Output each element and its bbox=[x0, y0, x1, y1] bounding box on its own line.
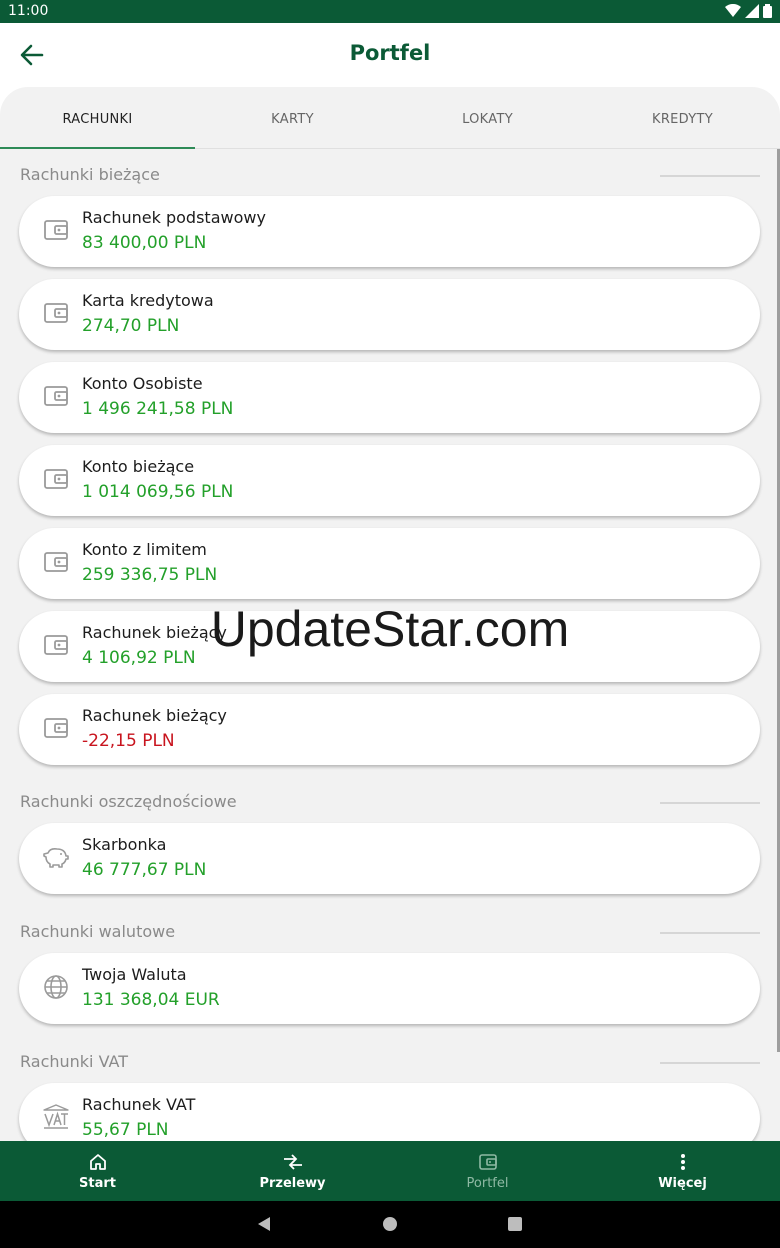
account-card[interactable]: Rachunek bieżący 4 106,92 PLN bbox=[19, 611, 760, 682]
home-icon bbox=[89, 1153, 106, 1170]
status-bar: 11:00 bbox=[0, 0, 780, 23]
status-icons bbox=[725, 4, 772, 18]
tabs-container: RACHUNKI KARTY LOKATY KREDYTY bbox=[0, 87, 780, 149]
more-vertical-icon bbox=[680, 1153, 685, 1170]
account-card[interactable]: Twoja Waluta 131 368,04 EUR bbox=[19, 953, 760, 1024]
account-card[interactable]: Konto Osobiste 1 496 241,58 PLN bbox=[19, 362, 760, 433]
tab-karty[interactable]: KARTY bbox=[195, 87, 390, 148]
section-title: Rachunki VAT bbox=[20, 1052, 128, 1071]
account-card[interactable]: Konto z limitem 259 336,75 PLN bbox=[19, 528, 760, 599]
nav-portfel[interactable]: Portfel bbox=[390, 1141, 585, 1201]
section-divider bbox=[660, 932, 760, 934]
section-title: Rachunki oszczędnościowe bbox=[20, 792, 237, 811]
nav-start[interactable]: Start bbox=[0, 1141, 195, 1201]
app-bar: Portfel bbox=[0, 23, 780, 87]
section-header: Rachunki walutowe bbox=[20, 922, 760, 946]
wallet-icon bbox=[44, 386, 68, 406]
account-balance: 259 336,75 PLN bbox=[82, 565, 218, 585]
account-balance: 274,70 PLN bbox=[82, 316, 180, 336]
cellular-icon bbox=[745, 4, 759, 18]
account-balance: -22,15 PLN bbox=[82, 731, 175, 751]
nav-label: Przelewy bbox=[259, 1175, 326, 1191]
account-balance: 1 496 241,58 PLN bbox=[82, 399, 234, 419]
account-card[interactable]: Rachunek podstawowy 83 400,00 PLN bbox=[19, 196, 760, 267]
account-balance: 1 014 069,56 PLN bbox=[82, 482, 234, 502]
section-header: Rachunki oszczędnościowe bbox=[20, 792, 760, 816]
wallet-icon bbox=[44, 552, 68, 572]
vat-icon bbox=[43, 1104, 69, 1129]
account-name: Konto bieżące bbox=[82, 457, 195, 476]
section-title: Rachunki bieżące bbox=[20, 165, 160, 184]
piggy-bank-icon bbox=[43, 848, 69, 868]
wifi-icon bbox=[725, 4, 741, 17]
wallet-icon bbox=[478, 1153, 497, 1170]
section-title: Rachunki walutowe bbox=[20, 922, 176, 941]
account-balance: 131 368,04 EUR bbox=[82, 990, 220, 1010]
account-balance: 4 106,92 PLN bbox=[82, 648, 196, 668]
battery-icon bbox=[763, 4, 772, 18]
globe-icon bbox=[44, 975, 68, 999]
account-card[interactable]: Rachunek bieżący -22,15 PLN bbox=[19, 694, 760, 765]
account-balance: 83 400,00 PLN bbox=[82, 233, 207, 253]
wallet-icon bbox=[44, 220, 68, 240]
page-title: Portfel bbox=[349, 41, 431, 65]
section-divider bbox=[660, 1062, 760, 1064]
section-divider bbox=[660, 175, 760, 177]
account-name: Skarbonka bbox=[82, 835, 167, 854]
nav-wiecej[interactable]: Więcej bbox=[585, 1141, 780, 1201]
account-card[interactable]: Karta kredytowa 274,70 PLN bbox=[19, 279, 760, 350]
account-name: Karta kredytowa bbox=[82, 291, 214, 310]
section-divider bbox=[660, 802, 760, 804]
recents-square-icon[interactable] bbox=[507, 1216, 523, 1232]
wallet-icon bbox=[44, 718, 68, 738]
account-name: Rachunek VAT bbox=[82, 1095, 196, 1114]
account-balance: 46 777,67 PLN bbox=[82, 860, 207, 880]
nav-label: Portfel bbox=[466, 1175, 509, 1191]
account-name: Rachunek podstawowy bbox=[82, 208, 266, 227]
nav-przelewy[interactable]: Przelewy bbox=[195, 1141, 390, 1201]
tab-lokaty[interactable]: LOKATY bbox=[390, 87, 585, 148]
account-name: Konto z limitem bbox=[82, 540, 207, 559]
tab-rachunki[interactable]: RACHUNKI bbox=[0, 87, 195, 149]
tab-bar: RACHUNKI KARTY LOKATY KREDYTY bbox=[0, 87, 780, 149]
tab-label: LOKATY bbox=[462, 112, 513, 127]
transfer-icon bbox=[283, 1153, 302, 1170]
account-card[interactable]: Konto bieżące 1 014 069,56 PLN bbox=[19, 445, 760, 516]
wallet-icon bbox=[44, 303, 68, 323]
account-name: Twoja Waluta bbox=[82, 965, 187, 984]
account-name: Rachunek bieżący bbox=[82, 623, 227, 642]
account-card[interactable]: Skarbonka 46 777,67 PLN bbox=[19, 823, 760, 894]
account-name: Rachunek bieżący bbox=[82, 706, 227, 725]
accounts-list[interactable]: Rachunki bieżące Rachunek podstawowy 83 … bbox=[0, 149, 780, 1141]
system-nav-bar bbox=[0, 1201, 780, 1248]
wallet-icon bbox=[44, 635, 68, 655]
account-name: Konto Osobiste bbox=[82, 374, 203, 393]
bottom-nav: Start Przelewy Portfel Więcej bbox=[0, 1141, 780, 1201]
home-circle-icon[interactable] bbox=[382, 1216, 398, 1232]
status-time: 11:00 bbox=[8, 3, 49, 19]
nav-label: Start bbox=[79, 1175, 116, 1191]
section-header: Rachunki VAT bbox=[20, 1052, 760, 1076]
wallet-icon bbox=[44, 469, 68, 489]
account-card[interactable]: Rachunek VAT 55,67 PLN bbox=[19, 1083, 760, 1141]
nav-label: Więcej bbox=[658, 1175, 707, 1191]
tab-label: KARTY bbox=[271, 112, 314, 127]
tab-label: RACHUNKI bbox=[62, 112, 133, 127]
section-header: Rachunki bieżące bbox=[20, 165, 760, 189]
tab-label: KREDYTY bbox=[652, 112, 713, 127]
back-triangle-icon[interactable] bbox=[256, 1216, 272, 1232]
tab-kredyty[interactable]: KREDYTY bbox=[585, 87, 780, 148]
account-balance: 55,67 PLN bbox=[82, 1120, 169, 1140]
